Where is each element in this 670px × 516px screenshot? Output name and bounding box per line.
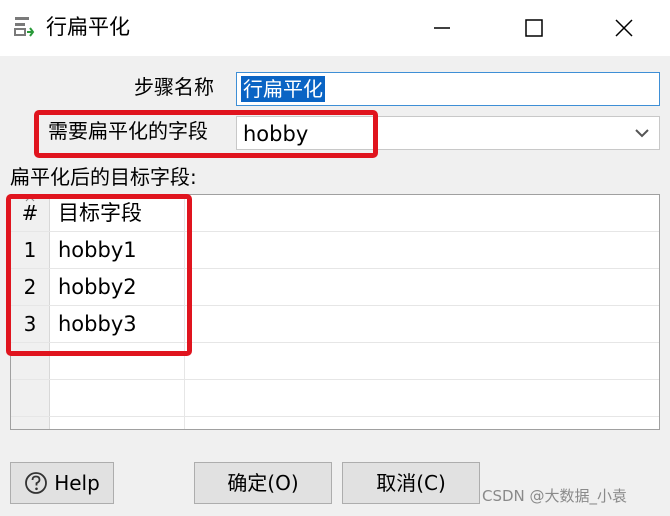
row-number: 2 <box>11 269 50 305</box>
target-field-cell[interactable] <box>50 417 185 429</box>
target-fields-label: 扁平化后的目标字段: <box>10 165 197 189</box>
step-name-value: 行扁平化 <box>241 76 325 102</box>
window-title: 行扁平化 <box>46 15 130 39</box>
table-row[interactable]: 3 hobby3 <box>11 306 659 343</box>
table-row-empty[interactable] <box>11 417 659 429</box>
watermark-text: CSDN @大数据_小袁 <box>482 487 628 505</box>
help-button-label: Help <box>54 471 100 495</box>
field-to-flatten-select[interactable]: hobby <box>236 116 660 150</box>
target-field-cell[interactable]: hobby3 <box>50 306 185 342</box>
row-flatten-icon <box>14 17 35 37</box>
chevron-down-icon <box>635 129 649 138</box>
close-icon <box>615 19 633 37</box>
row-number <box>11 417 50 429</box>
table-row-empty[interactable] <box>11 380 659 417</box>
table-row-empty[interactable] <box>11 343 659 380</box>
table-row[interactable]: 2 hobby2 <box>11 269 659 306</box>
maximize-button[interactable] <box>518 12 550 44</box>
minimize-button[interactable] <box>426 12 458 44</box>
maximize-icon <box>525 19 543 37</box>
step-name-input[interactable]: 行扁平化 <box>236 72 660 106</box>
row-number <box>11 343 50 379</box>
minimize-icon <box>434 27 450 29</box>
target-field-cell[interactable] <box>50 380 185 416</box>
help-icon <box>25 472 48 494</box>
target-field-cell[interactable]: hobby2 <box>50 269 185 305</box>
sort-indicator-icon <box>25 196 35 202</box>
row-number: 3 <box>11 306 50 342</box>
target-fields-table[interactable]: # 目标字段 1 hobby1 2 hobby2 3 hobby3 <box>10 194 660 430</box>
row-number <box>11 380 50 416</box>
ok-button[interactable]: 确定(O) <box>194 462 332 504</box>
title-bar: 行扁平化 <box>0 0 670 56</box>
table-row[interactable]: 1 hobby1 <box>11 232 659 269</box>
row-number: 1 <box>11 232 50 268</box>
table-header: # 目标字段 <box>11 195 659 232</box>
step-name-label: 步骤名称 <box>134 75 214 99</box>
close-button[interactable] <box>608 12 640 44</box>
field-to-flatten-label: 需要扁平化的字段 <box>48 119 208 143</box>
cancel-button[interactable]: 取消(C) <box>342 462 480 504</box>
target-field-cell[interactable] <box>50 343 185 379</box>
dropdown-button[interactable] <box>625 117 659 149</box>
target-field-cell[interactable]: hobby1 <box>50 232 185 268</box>
column-header-target-field[interactable]: 目标字段 <box>50 195 185 231</box>
field-to-flatten-value: hobby <box>243 122 309 146</box>
help-button[interactable]: Help <box>10 462 114 504</box>
